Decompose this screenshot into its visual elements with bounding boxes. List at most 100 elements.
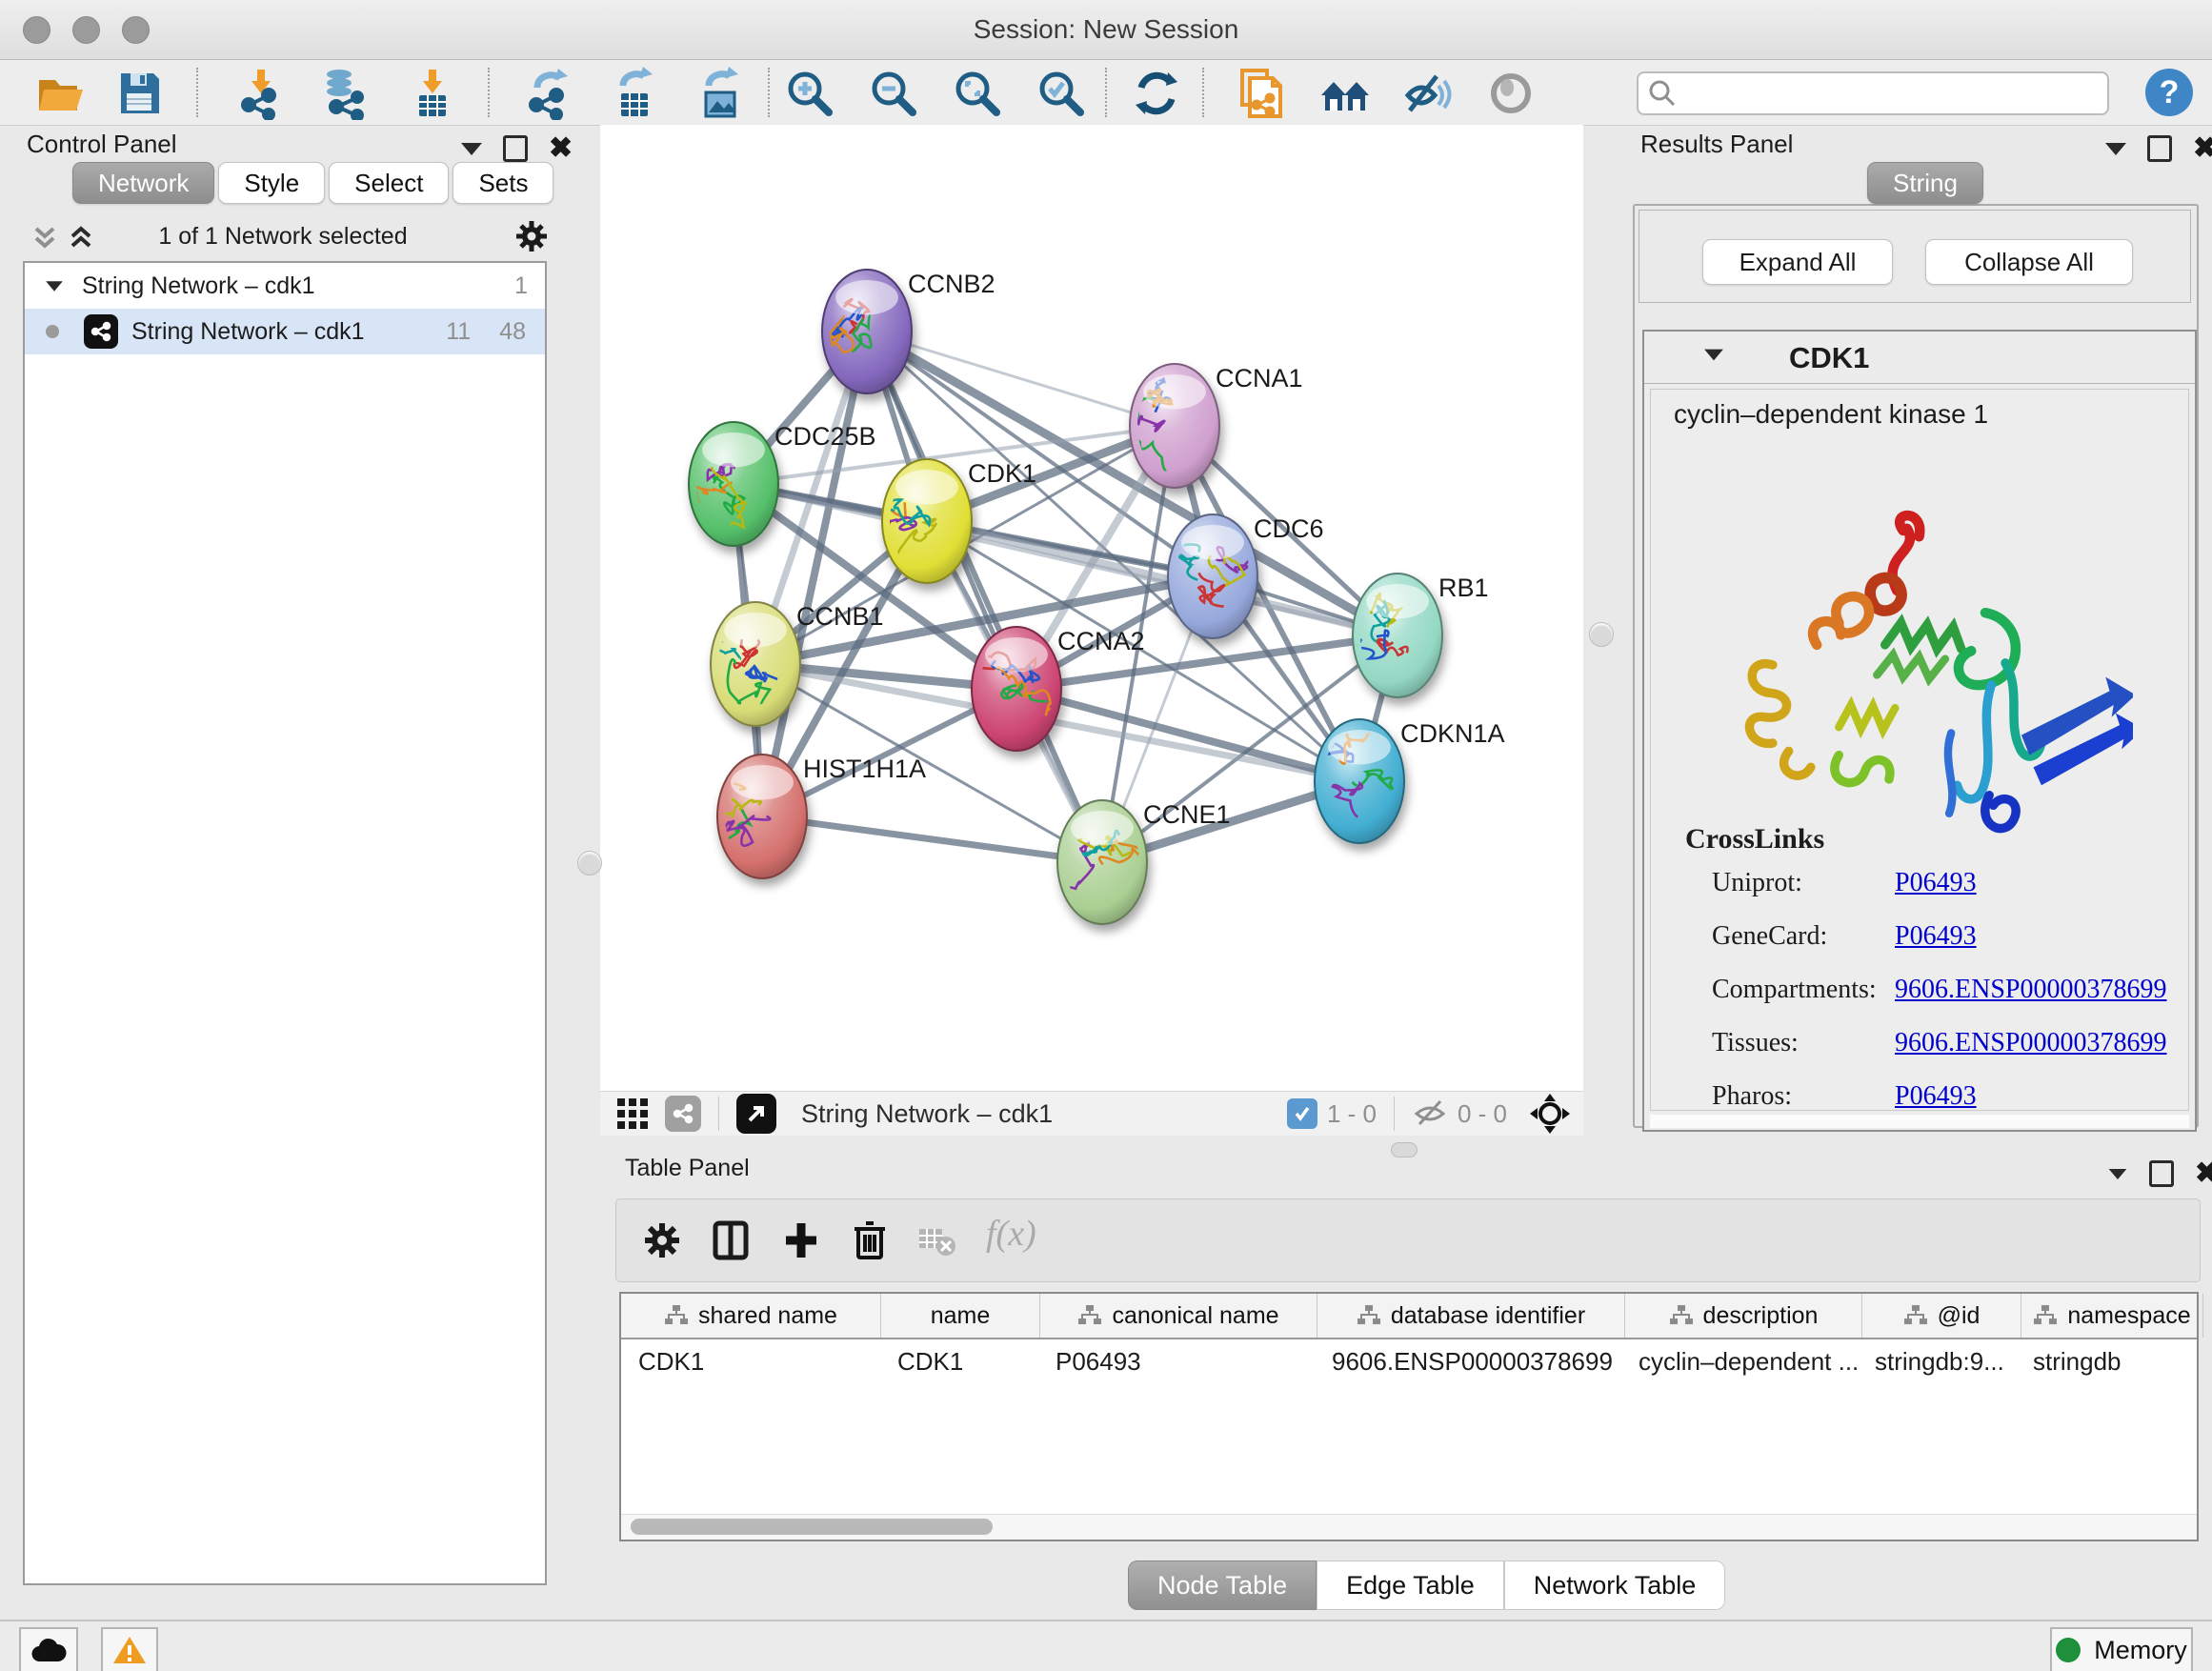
left-splitter-grip[interactable] [577, 851, 602, 876]
table-column-header[interactable]: name [881, 1294, 1040, 1338]
network-collection-row[interactable]: String Network – cdk1 1 [25, 263, 545, 309]
export-image-icon[interactable] [694, 67, 747, 120]
share-network-button[interactable] [665, 1096, 701, 1132]
table-cell[interactable]: CDK1 [621, 1339, 880, 1383]
close-panel-icon[interactable]: ✖ [549, 138, 573, 159]
node-CCNB1[interactable]: CCNB1 [708, 602, 883, 726]
collapse-all-button[interactable]: Collapse All [1925, 239, 2133, 285]
tab-edge-table[interactable]: Edge Table [1317, 1560, 1504, 1610]
network-view-canvas[interactable]: CCNB2CCNA1CDC25BCDK1CDC6RB1CCNB1CCNA2CDK… [600, 125, 1583, 1091]
hidden-elements-eye-icon[interactable] [1412, 1096, 1448, 1132]
node-CDK1[interactable]: CDK1 [865, 459, 1036, 583]
table-column-header[interactable]: description [1625, 1294, 1862, 1338]
crosslink-value-link[interactable]: P06493 [1895, 868, 1977, 898]
table-column-header[interactable]: shared name [621, 1294, 881, 1338]
export-table-icon[interactable] [608, 67, 661, 120]
crosslink-value-link[interactable]: P06493 [1895, 1081, 1977, 1111]
panel-menu-icon[interactable] [461, 143, 482, 155]
import-network-file-icon[interactable] [234, 67, 288, 120]
right-splitter-grip[interactable] [1589, 622, 1614, 647]
crosslink-value-link[interactable]: P06493 [1895, 921, 1977, 952]
float-panel-icon[interactable] [503, 135, 528, 162]
tab-network[interactable]: Network [72, 162, 214, 204]
float-panel-icon[interactable] [2147, 135, 2172, 162]
crosslink-value-link[interactable]: 9606.ENSP00000378699 [1895, 975, 2166, 1005]
node-HIST1H1A[interactable]: HIST1H1A [690, 755, 926, 878]
table-toolbar: f(x) [615, 1198, 2201, 1282]
table-horizontal-scrollbar[interactable] [621, 1514, 2197, 1540]
crosslink-value-link[interactable]: 9606.ENSP00000378699 [1895, 1028, 2166, 1058]
table-cell[interactable]: CDK1 [880, 1339, 1038, 1383]
table-cell[interactable]: stringdb [2016, 1339, 2197, 1383]
import-table-file-icon[interactable] [406, 67, 459, 120]
import-network-database-icon[interactable] [320, 67, 373, 120]
table-row[interactable]: CDK1CDK1P064939606.ENSP00000378699cyclin… [621, 1339, 2197, 1383]
tab-style[interactable]: Style [218, 162, 325, 204]
node-CDC25B[interactable]: CDC25B [689, 422, 876, 546]
card-scrollbar[interactable] [1650, 1115, 2189, 1128]
show-column-icon[interactable] [710, 1219, 752, 1261]
close-panel-icon[interactable]: ✖ [2195, 1163, 2212, 1184]
gene-description: cyclin–dependent kinase 1 [1674, 399, 1988, 430]
create-column-icon[interactable] [780, 1219, 822, 1261]
table-column-header[interactable]: @id [1862, 1294, 2021, 1338]
search-box[interactable] [1637, 71, 2109, 115]
zoom-selected-icon[interactable] [1035, 67, 1088, 120]
refresh-view-icon[interactable] [1130, 67, 1183, 120]
node-CCNA1[interactable]: CCNA1 [1125, 364, 1303, 488]
collapse-section-icon[interactable] [1704, 350, 1723, 361]
table-column-header[interactable]: namespace [2021, 1294, 2203, 1338]
node-details-header[interactable]: CDK1 [1644, 332, 2195, 384]
table-options-gear-icon[interactable] [641, 1219, 683, 1261]
tab-select[interactable]: Select [329, 162, 449, 204]
open-in-cytoscape-web-icon[interactable] [1235, 67, 1288, 120]
grid-view-icon[interactable] [615, 1097, 650, 1131]
save-session-icon[interactable] [112, 67, 166, 120]
node-CDKN1A[interactable]: CDKN1A [1313, 719, 1505, 843]
birds-eye-view-icon[interactable] [1484, 67, 1538, 120]
string-network-graph[interactable]: CCNB2CCNA1CDC25BCDK1CDC6RB1CCNB1CCNA2CDK… [600, 125, 1583, 1091]
zoom-in-icon[interactable] [783, 67, 836, 120]
node-CCNE1[interactable]: CCNE1 [1057, 800, 1231, 924]
float-panel-icon[interactable] [2149, 1160, 2174, 1187]
status-bar: Memory [0, 1620, 2212, 1671]
table-column-header[interactable]: canonical name [1040, 1294, 1317, 1338]
zoom-out-icon[interactable] [867, 67, 920, 120]
expand-all-button[interactable]: Expand All [1702, 239, 1893, 285]
home-icon[interactable] [1318, 67, 1372, 120]
show-hide-graphics-details-icon[interactable] [1400, 67, 1454, 120]
delete-column-icon[interactable] [849, 1219, 891, 1261]
cloud-button[interactable] [19, 1627, 78, 1671]
network-row[interactable]: String Network – cdk1 11 48 [25, 309, 545, 354]
tab-network-table[interactable]: Network Table [1504, 1560, 1726, 1610]
export-network-icon[interactable] [522, 67, 575, 120]
selected-nodes-checkbox[interactable] [1287, 1098, 1317, 1129]
tab-string[interactable]: String [1867, 162, 1983, 204]
tab-node-table[interactable]: Node Table [1128, 1560, 1317, 1610]
table-cell[interactable]: stringdb:9... [1858, 1339, 2016, 1383]
panel-menu-icon[interactable] [2105, 143, 2126, 155]
birds-eye-toggle-icon[interactable] [1528, 1092, 1572, 1136]
help-button[interactable]: ? [2145, 69, 2193, 116]
open-view-external-button[interactable] [736, 1094, 776, 1134]
search-input[interactable] [1686, 79, 2107, 108]
node-CCNB2[interactable]: CCNB2 [822, 270, 995, 393]
memory-button[interactable]: Memory [2050, 1627, 2193, 1671]
toolbar-separator [196, 68, 198, 117]
scrollbar-thumb[interactable] [631, 1519, 993, 1535]
node-RB1[interactable]: RB1 [1343, 574, 1489, 697]
table-cell[interactable]: 9606.ENSP00000378699 [1315, 1339, 1621, 1383]
node-label-HIST1H1A: HIST1H1A [803, 755, 926, 783]
network-options-gear-icon[interactable] [513, 217, 551, 255]
table-column-header[interactable]: database identifier [1317, 1294, 1625, 1338]
zoom-fit-icon[interactable] [951, 67, 1004, 120]
tab-sets[interactable]: Sets [452, 162, 553, 204]
collection-expand-icon[interactable] [46, 281, 63, 291]
close-panel-icon[interactable]: ✖ [2193, 138, 2212, 159]
delete-table-icon [915, 1219, 957, 1261]
panel-menu-icon[interactable] [2109, 1168, 2127, 1178]
table-cell[interactable]: P06493 [1038, 1339, 1315, 1383]
table-cell[interactable]: cyclin–dependent ... [1621, 1339, 1858, 1383]
warnings-button[interactable] [101, 1627, 158, 1671]
open-session-icon[interactable] [34, 67, 88, 120]
